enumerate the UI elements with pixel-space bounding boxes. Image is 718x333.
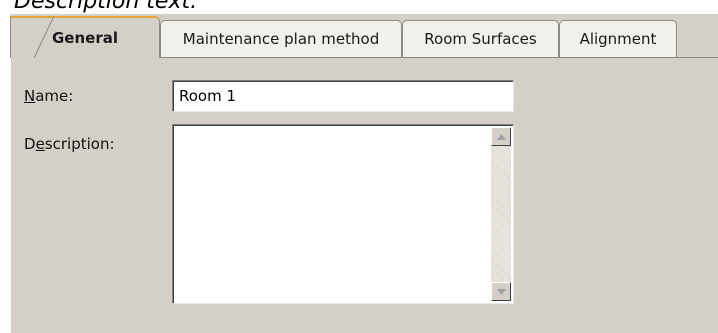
tab-maintenance-plan-method-label: Maintenance plan method <box>182 30 380 48</box>
tab-room-surfaces[interactable]: Room Surfaces <box>402 20 559 57</box>
caption-text: Description text. <box>14 0 198 14</box>
description-scrollbar[interactable] <box>491 127 511 301</box>
tab-alignment-label: Alignment <box>579 30 657 48</box>
description-label-text: scription: <box>44 135 115 153</box>
name-label-mnemonic: N <box>24 87 36 105</box>
name-label-text: ame: <box>35 87 74 105</box>
tab-general[interactable]: General <box>10 16 160 58</box>
scroll-up-button[interactable] <box>491 127 511 146</box>
tab-alignment[interactable]: Alignment <box>559 20 677 57</box>
scroll-down-button[interactable] <box>491 282 511 301</box>
name-label: Name: <box>24 87 73 105</box>
description-textarea[interactable] <box>172 124 514 304</box>
tab-maintenance-plan-method[interactable]: Maintenance plan method <box>160 20 402 57</box>
description-label-mnemonic: e <box>35 135 45 153</box>
tab-general-label: General <box>52 29 118 47</box>
triangle-up-icon <box>496 133 506 140</box>
triangle-down-icon <box>496 288 506 295</box>
name-input[interactable] <box>172 80 514 112</box>
tab-room-surfaces-label: Room Surfaces <box>424 30 537 48</box>
description-label-prefix: D <box>24 135 36 153</box>
description-label: Description: <box>24 135 115 153</box>
tab-corner-decoration <box>34 16 54 58</box>
properties-dialog: General Maintenance plan method Room Sur… <box>10 14 718 333</box>
